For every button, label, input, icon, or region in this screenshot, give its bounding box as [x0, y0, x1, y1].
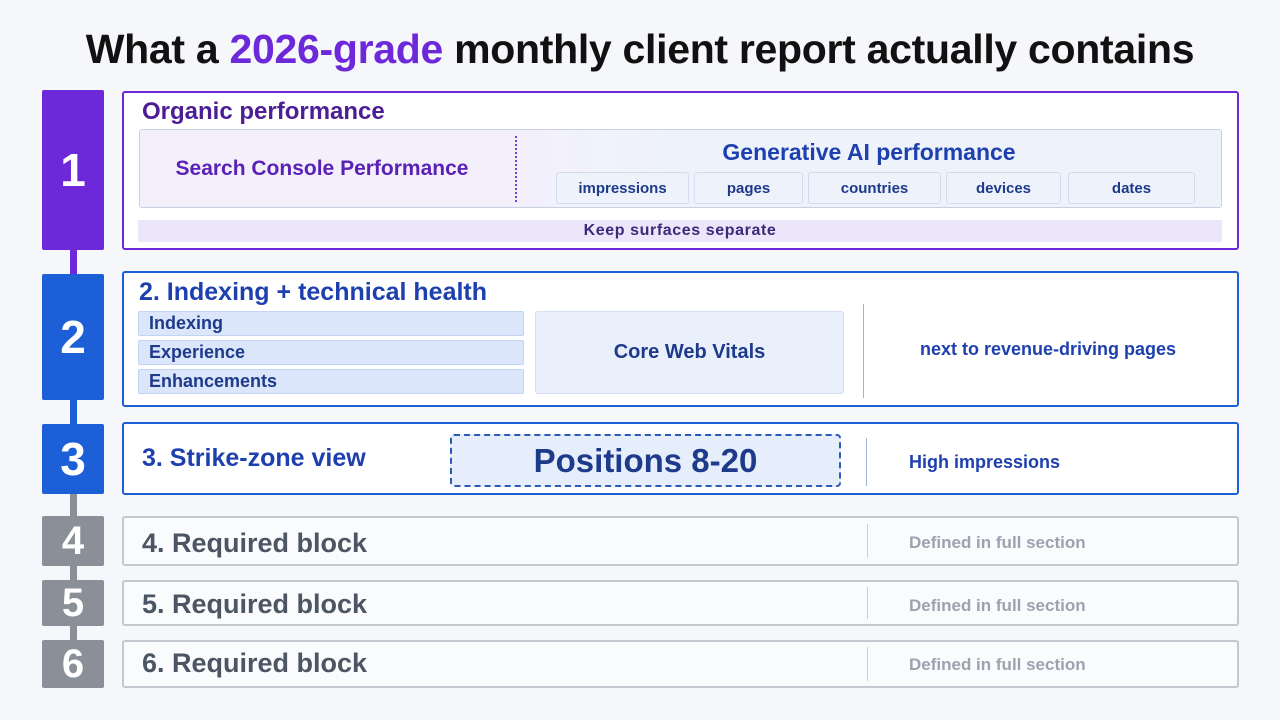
- step-number-6: 6: [42, 640, 104, 688]
- title-prefix: What a: [85, 26, 219, 72]
- step-number-4: 4: [42, 516, 104, 566]
- chip-pages: pages: [694, 172, 803, 204]
- step-4-separator: [867, 524, 868, 558]
- item-enhancements: Enhancements: [138, 369, 524, 394]
- page-title: What a 2026-grade monthly client report …: [0, 26, 1280, 73]
- keep-separate-banner: Keep surfaces separate: [138, 220, 1222, 242]
- step-5-note: Defined in full section: [909, 596, 1086, 615]
- generative-ai-heading: Generative AI performance: [722, 139, 1016, 165]
- step-5-heading: 5. Required block: [142, 589, 368, 619]
- rail-5-6: [70, 626, 77, 640]
- core-web-vitals-box: Core Web Vitals: [535, 311, 844, 394]
- step-number-2: 2: [42, 274, 104, 400]
- high-impressions-note: High impressions: [909, 452, 1061, 472]
- chip-countries: countries: [808, 172, 941, 204]
- chip-impressions: impressions: [556, 172, 689, 204]
- step-number-1: 1: [42, 90, 104, 250]
- chip-devices: devices: [946, 172, 1061, 204]
- step-6-note: Defined in full section: [909, 655, 1086, 674]
- step-number-3: 3: [42, 424, 104, 494]
- positions-highlight: Positions 8-20: [450, 434, 841, 487]
- step-2-heading: 2. Indexing + technical health: [139, 278, 488, 306]
- step-3-separator: [866, 438, 867, 486]
- revenue-note: next to revenue-driving pages: [919, 339, 1177, 359]
- step-5-separator: [867, 587, 868, 619]
- step-4-heading: 4. Required block: [142, 528, 368, 558]
- step-3-heading: 3. Strike-zone view: [142, 444, 366, 472]
- title-accent: 2026-grade: [229, 26, 443, 72]
- rail-1-2: [70, 250, 77, 274]
- rail-2-3: [70, 400, 77, 424]
- step-4-note: Defined in full section: [909, 533, 1086, 552]
- rail-4-5: [70, 566, 77, 580]
- step-6-separator: [867, 647, 868, 681]
- rail-3-4: [70, 494, 77, 516]
- step-6-heading: 6. Required block: [142, 648, 368, 678]
- chip-dates: dates: [1068, 172, 1195, 204]
- step-number-5: 5: [42, 580, 104, 626]
- item-experience: Experience: [138, 340, 524, 365]
- title-suffix: monthly client report actually contains: [454, 26, 1195, 72]
- search-console-label: Search Console Performance: [175, 157, 469, 180]
- item-indexing: Indexing: [138, 311, 524, 336]
- step-1-heading: Organic performance: [142, 98, 385, 125]
